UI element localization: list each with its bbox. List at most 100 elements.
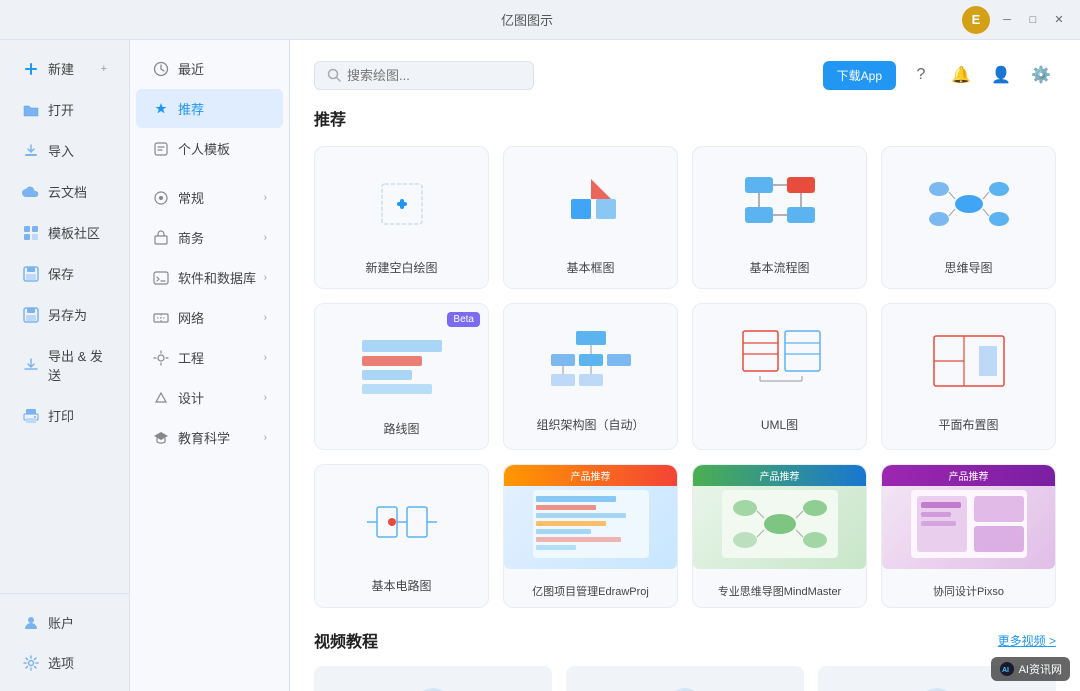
education-icon [152, 429, 170, 447]
user-button[interactable]: 👤 [986, 60, 1016, 90]
card-label: 组织架构图（自动） [536, 416, 644, 433]
software-icon [152, 269, 170, 287]
template-card-basic-frame[interactable]: 基本框图 [503, 146, 678, 289]
mid-nav-recommend[interactable]: 推荐 [136, 89, 283, 128]
video-card-1[interactable] [314, 666, 552, 691]
saveas-icon [22, 306, 40, 324]
general-label: 常规 [178, 188, 204, 207]
chevron-icon: › [264, 432, 267, 443]
template-card-circuit[interactable]: 基本电路图 [314, 464, 489, 608]
mid-nav-software[interactable]: 软件和数据库 › [136, 258, 283, 297]
product-badge: 产品推荐 [504, 465, 677, 486]
main-layout: 新建 + 打开 导入 云文档 模板社区 [0, 40, 1080, 691]
search-icon [327, 68, 341, 82]
video-card-2[interactable] [566, 666, 804, 691]
export-icon [22, 356, 40, 374]
card-preview [327, 320, 476, 410]
card-preview [327, 159, 476, 249]
settings-button[interactable]: ⚙️ [1026, 60, 1056, 90]
mid-nav-general[interactable]: 常规 › [136, 178, 283, 217]
card-preview [894, 159, 1043, 249]
card-preview [327, 477, 476, 567]
maximize-button[interactable]: □ [1024, 11, 1042, 29]
save-icon [22, 265, 40, 283]
sidebar-item-open[interactable]: 打开 [6, 90, 123, 129]
template-card-mindmaster[interactable]: 产品推荐 专业思维导图MindMaster [692, 464, 867, 608]
sidebar-item-new[interactable]: 新建 + [6, 49, 123, 88]
titlebar: 亿图图示 E ─ □ ✕ [0, 0, 1080, 40]
bell-button[interactable]: 🔔 [946, 60, 976, 90]
search-box[interactable] [314, 61, 534, 90]
sidebar-item-settings[interactable]: 选项 [6, 643, 123, 682]
svg-text:AI: AI [1002, 667, 1009, 674]
video-title: 视频教程 [314, 628, 378, 652]
recommend-label: 推荐 [178, 99, 204, 118]
card-label: 平面布置图 [938, 416, 998, 433]
business-label: 商务 [178, 228, 204, 247]
video-section-header: 视频教程 更多视频 > [314, 628, 1056, 652]
mid-nav-education[interactable]: 教育科学 › [136, 418, 283, 457]
template-card-edraw-proj[interactable]: 产品推荐 亿图项目管理EdrawProj [503, 464, 678, 608]
template-card-mind-map[interactable]: 思维导图 [881, 146, 1056, 289]
template-card-org-chart[interactable]: 组织架构图（自动） [503, 303, 678, 450]
sidebar-item-account[interactable]: 账户 [6, 603, 123, 642]
user-avatar[interactable]: E [962, 6, 990, 34]
business-icon [152, 229, 170, 247]
sidebar-item-saveas[interactable]: 另存为 [6, 295, 123, 334]
mid-nav-design[interactable]: 设计 › [136, 378, 283, 417]
template-card-uml[interactable]: UML图 [692, 303, 867, 450]
chevron-icon: › [264, 352, 267, 363]
main-content: 下载App ? 🔔 👤 ⚙️ 推荐 新建空白绘图 [290, 40, 1080, 691]
mid-nav-business[interactable]: 商务 › [136, 218, 283, 257]
sidebar-item-save[interactable]: 保存 [6, 254, 123, 293]
design-label: 设计 [178, 388, 204, 407]
template-card-pixso[interactable]: 产品推荐 协同设计Pixso [881, 464, 1056, 608]
recent-label: 最近 [178, 59, 204, 78]
chevron-icon: › [264, 392, 267, 403]
cloud-icon [22, 183, 40, 201]
save-label: 保存 [48, 264, 74, 283]
print-label: 打印 [48, 406, 74, 425]
product-preview [693, 479, 866, 569]
network-icon [152, 309, 170, 327]
card-label: 协同设计Pixso [927, 579, 1010, 607]
template-card-route[interactable]: Beta 路线图 [314, 303, 489, 450]
export-label: 导出 & 发送 [48, 346, 107, 384]
account-label: 账户 [48, 613, 74, 632]
sidebar-item-cloud[interactable]: 云文档 [6, 172, 123, 211]
app-title: 亿图图示 [92, 10, 962, 29]
sidebar-item-template[interactable]: 模板社区 [6, 213, 123, 252]
general-icon [152, 189, 170, 207]
question-button[interactable]: ? [906, 60, 936, 90]
minimize-button[interactable]: ─ [998, 11, 1016, 29]
card-preview [894, 316, 1043, 406]
mid-nav-personal[interactable]: 个人模板 [136, 129, 283, 168]
beta-badge: Beta [447, 312, 480, 327]
ai-watermark: AI AI资讯网 [991, 657, 1070, 681]
sidebar-item-export[interactable]: 导出 & 发送 [6, 336, 123, 394]
video-more-link[interactable]: 更多视频 > [998, 632, 1056, 649]
template-card-basic-flow[interactable]: 基本流程图 [692, 146, 867, 289]
person-icon [152, 140, 170, 158]
template-card-floor-plan[interactable]: 平面布置图 [881, 303, 1056, 450]
card-label: 专业思维导图MindMaster [712, 579, 847, 607]
sidebar-item-print[interactable]: 打印 [6, 396, 123, 435]
open-label: 打开 [48, 100, 74, 119]
close-button[interactable]: ✕ [1050, 11, 1068, 29]
card-preview [705, 316, 854, 406]
folder-icon [22, 101, 40, 119]
product-badge: 产品推荐 [693, 465, 866, 486]
design-icon [152, 389, 170, 407]
product-preview [882, 479, 1055, 569]
sidebar-item-import[interactable]: 导入 [6, 131, 123, 170]
mid-nav-network[interactable]: 网络 › [136, 298, 283, 337]
template-card-new-blank[interactable]: 新建空白绘图 [314, 146, 489, 289]
card-label: 新建空白绘图 [365, 259, 437, 276]
chevron-icon: › [264, 232, 267, 243]
mid-nav-recent[interactable]: 最近 [136, 49, 283, 88]
search-input[interactable] [347, 68, 507, 83]
chevron-icon: › [264, 192, 267, 203]
download-app-button[interactable]: 下载App [823, 61, 896, 90]
mid-nav-engineering[interactable]: 工程 › [136, 338, 283, 377]
print-icon [22, 407, 40, 425]
